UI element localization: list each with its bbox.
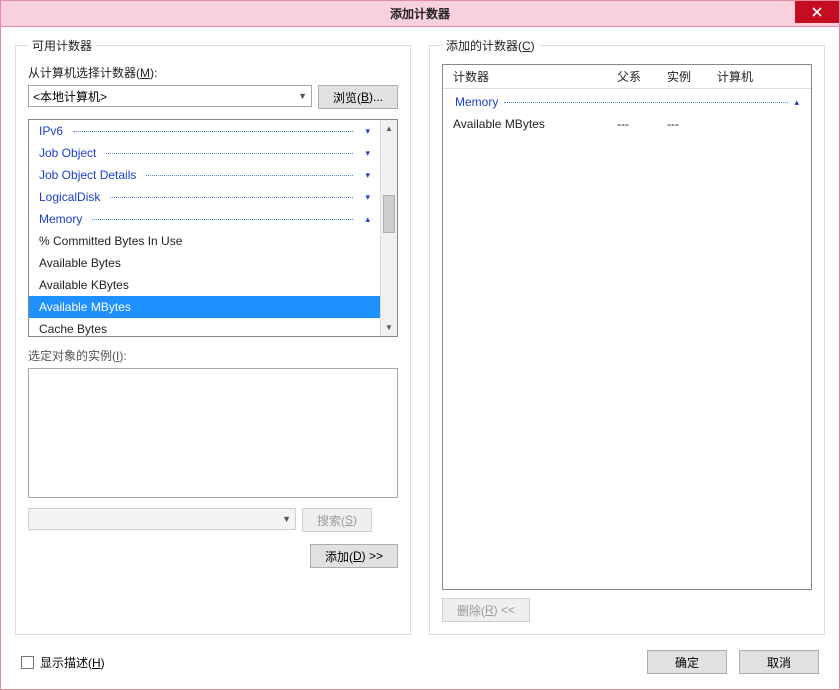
available-counters-legend: 可用计数器 <box>28 37 96 54</box>
collapse-icon[interactable]: ▴ <box>365 214 370 225</box>
counter-item[interactable]: % Committed Bytes In Use <box>29 230 380 252</box>
cell-instance: --- <box>659 117 709 131</box>
category-label: Job Object Details <box>39 168 136 182</box>
instances-listbox[interactable] <box>28 368 398 498</box>
col-parent[interactable]: 父系 <box>609 68 659 85</box>
close-icon <box>812 7 822 17</box>
dialog-footer: 显示描述(H) 确定 取消 <box>1 635 839 689</box>
cancel-button[interactable]: 取消 <box>739 650 819 674</box>
counter-tree[interactable]: IPv6▾Job Object▾Job Object Details▾Logic… <box>28 119 398 337</box>
scroll-up-icon[interactable]: ▲ <box>381 120 397 137</box>
category-label: Job Object <box>39 146 96 160</box>
show-description-checkbox[interactable]: 显示描述(H) <box>21 654 105 671</box>
cell-counter: Available MBytes <box>445 117 609 131</box>
add-button[interactable]: 添加(D) >> <box>310 544 398 568</box>
category-row[interactable]: Job Object Details ▾ <box>29 164 380 186</box>
chevron-down-icon: ▼ <box>282 514 291 524</box>
col-computer[interactable]: 计算机 <box>709 68 811 85</box>
scroll-down-icon[interactable]: ▼ <box>381 319 397 336</box>
category-row[interactable]: Memory ▴ <box>29 208 380 230</box>
computer-combo-value: <本地计算机> <box>33 88 107 105</box>
col-instance[interactable]: 实例 <box>659 68 709 85</box>
expand-icon[interactable]: ▾ <box>365 126 370 137</box>
counter-item[interactable]: Cache Bytes <box>29 318 380 336</box>
category-row[interactable]: IPv6 ▾ <box>29 120 380 142</box>
window-title: 添加计数器 <box>390 5 450 22</box>
added-body: Memory▴Available MBytes------ <box>443 89 811 589</box>
select-computer-label: 从计算机选择计数器(M): <box>28 64 398 81</box>
added-category-label: Memory <box>455 95 498 109</box>
counter-item[interactable]: Available MBytes <box>29 296 380 318</box>
show-description-label: 显示描述(H) <box>40 654 105 671</box>
col-counter[interactable]: 计数器 <box>445 68 609 85</box>
expand-icon[interactable]: ▾ <box>365 170 370 181</box>
browse-button[interactable]: 浏览(B)... <box>318 85 398 109</box>
category-separator <box>504 102 788 103</box>
computer-combo[interactable]: <本地计算机> ▼ <box>28 85 312 107</box>
expand-icon[interactable]: ▾ <box>365 148 370 159</box>
counter-item[interactable]: Available KBytes <box>29 274 380 296</box>
scrollbar[interactable]: ▲ ▼ <box>380 120 397 336</box>
chevron-down-icon: ▼ <box>298 91 307 101</box>
collapse-icon[interactable]: ▴ <box>794 97 805 108</box>
titlebar: 添加计数器 <box>1 1 839 27</box>
expand-icon[interactable]: ▾ <box>365 192 370 203</box>
cell-parent: --- <box>609 117 659 131</box>
category-label: LogicalDisk <box>39 190 100 204</box>
category-label: Memory <box>39 212 82 226</box>
search-combo[interactable]: ▼ <box>28 508 296 530</box>
added-category-row[interactable]: Memory ▴ <box>443 91 811 113</box>
category-separator <box>92 219 353 220</box>
category-separator <box>110 197 353 198</box>
counter-item[interactable]: Available Bytes <box>29 252 380 274</box>
category-row[interactable]: Job Object ▾ <box>29 142 380 164</box>
added-counters-legend: 添加的计数器(C) <box>442 37 539 54</box>
added-columns-header: 计数器 父系 实例 计算机 <box>443 65 811 89</box>
category-label: IPv6 <box>39 124 63 138</box>
add-counters-dialog: 添加计数器 可用计数器 从计算机选择计数器(M): <本地计算机> ▼ 浏览(B… <box>0 0 840 690</box>
category-separator <box>106 153 353 154</box>
dialog-body: 可用计数器 从计算机选择计数器(M): <本地计算机> ▼ 浏览(B)... I… <box>1 27 839 635</box>
remove-button: 删除(R) << <box>442 598 530 622</box>
close-button[interactable] <box>795 1 839 23</box>
checkbox-icon <box>21 656 34 669</box>
added-counters-group: 添加的计数器(C) 计数器 父系 实例 计算机 Memory ▴ Available… <box>429 37 825 635</box>
instances-label: 选定对象的实例(I): <box>28 347 398 364</box>
counter-tree-viewport: IPv6▾Job Object▾Job Object Details▾Logic… <box>29 120 380 336</box>
category-row[interactable]: LogicalDisk ▾ <box>29 186 380 208</box>
search-button: 搜索(S) <box>302 508 372 532</box>
added-counters-list[interactable]: 计数器 父系 实例 计算机 Memory▴Available MBytes---… <box>442 64 812 590</box>
category-separator <box>146 175 353 176</box>
category-separator <box>73 131 353 132</box>
ok-button[interactable]: 确定 <box>647 650 727 674</box>
added-counter-row[interactable]: Available MBytes------ <box>443 113 811 135</box>
scroll-thumb[interactable] <box>383 195 395 233</box>
available-counters-group: 可用计数器 从计算机选择计数器(M): <本地计算机> ▼ 浏览(B)... I… <box>15 37 411 635</box>
